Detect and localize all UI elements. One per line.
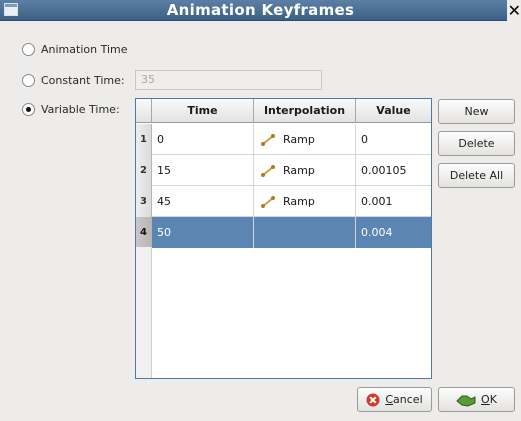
keyframe-table: Time Interpolation Value 1 0 Ramp 0 2 15… xyxy=(135,98,432,379)
title-bar: Animation Keyframes ✕ xyxy=(0,0,521,21)
table-row[interactable]: 3 45 Ramp 0.001 xyxy=(136,186,431,217)
table-row[interactable]: 1 0 Ramp 0 xyxy=(136,124,431,155)
column-header-time[interactable]: Time xyxy=(152,99,254,123)
column-header-value[interactable]: Value xyxy=(356,99,431,123)
ok-icon xyxy=(456,395,476,407)
close-icon[interactable]: ✕ xyxy=(507,0,521,21)
window-title: Animation Keyframes xyxy=(166,1,355,19)
cell-time[interactable]: 50 xyxy=(152,217,254,248)
delete-button[interactable]: Delete xyxy=(438,131,515,156)
cell-interpolation[interactable]: Ramp xyxy=(254,155,356,186)
cell-value[interactable]: 0.00105 xyxy=(356,155,431,186)
row-number: 4 xyxy=(136,217,152,248)
row-number-header xyxy=(136,99,152,123)
ramp-icon xyxy=(261,165,275,177)
cell-value[interactable]: 0 xyxy=(356,124,431,155)
interpolation-label: Ramp xyxy=(283,133,315,146)
radio-button-constant-time[interactable] xyxy=(22,73,35,87)
cancel-mnemonic: C xyxy=(385,393,394,406)
ramp-icon xyxy=(261,134,275,146)
cancel-label: ancel xyxy=(393,393,423,406)
radio-animation-time[interactable]: Animation Time xyxy=(22,40,128,58)
row-number: 1 xyxy=(136,124,152,155)
radio-label-constant-time: Constant Time: xyxy=(41,73,125,87)
table-row-selected[interactable]: 4 50 0.004 xyxy=(136,217,431,248)
table-header: Time Interpolation Value xyxy=(136,99,431,123)
ok-mnemonic: O xyxy=(481,393,490,406)
row-number: 3 xyxy=(136,186,152,217)
row-number: 2 xyxy=(136,155,152,186)
radio-constant-time[interactable]: Constant Time: xyxy=(22,71,125,89)
cell-time[interactable]: 0 xyxy=(152,124,254,155)
cancel-icon xyxy=(366,393,380,407)
cell-time[interactable]: 15 xyxy=(152,155,254,186)
cell-interpolation[interactable]: Ramp xyxy=(254,124,356,155)
delete-all-button[interactable]: Delete All xyxy=(438,163,515,188)
cancel-button[interactable]: Cancel xyxy=(357,387,432,412)
radio-variable-time[interactable]: Variable Time: xyxy=(22,100,120,118)
cell-time[interactable]: 45 xyxy=(152,186,254,217)
radio-label-animation-time: Animation Time xyxy=(41,42,128,56)
interpolation-label: Ramp xyxy=(283,195,315,208)
radio-button-animation-time[interactable] xyxy=(22,42,35,56)
constant-time-field[interactable]: 35 xyxy=(135,70,322,90)
cell-value[interactable]: 0.001 xyxy=(356,186,431,217)
interpolation-label: Ramp xyxy=(283,164,315,177)
ok-button[interactable]: OK xyxy=(438,387,515,412)
cell-interpolation[interactable] xyxy=(254,217,356,248)
cell-value[interactable]: 0.004 xyxy=(356,217,431,248)
ramp-icon xyxy=(261,196,275,208)
table-row[interactable]: 2 15 Ramp 0.00105 xyxy=(136,155,431,186)
ok-label: K xyxy=(489,393,497,406)
new-button[interactable]: New xyxy=(438,99,515,124)
radio-button-variable-time[interactable] xyxy=(22,102,35,116)
radio-label-variable-time: Variable Time: xyxy=(41,102,120,116)
cell-interpolation[interactable]: Ramp xyxy=(254,186,356,217)
column-header-interpolation[interactable]: Interpolation xyxy=(254,99,356,123)
row-number-gutter xyxy=(136,247,152,378)
